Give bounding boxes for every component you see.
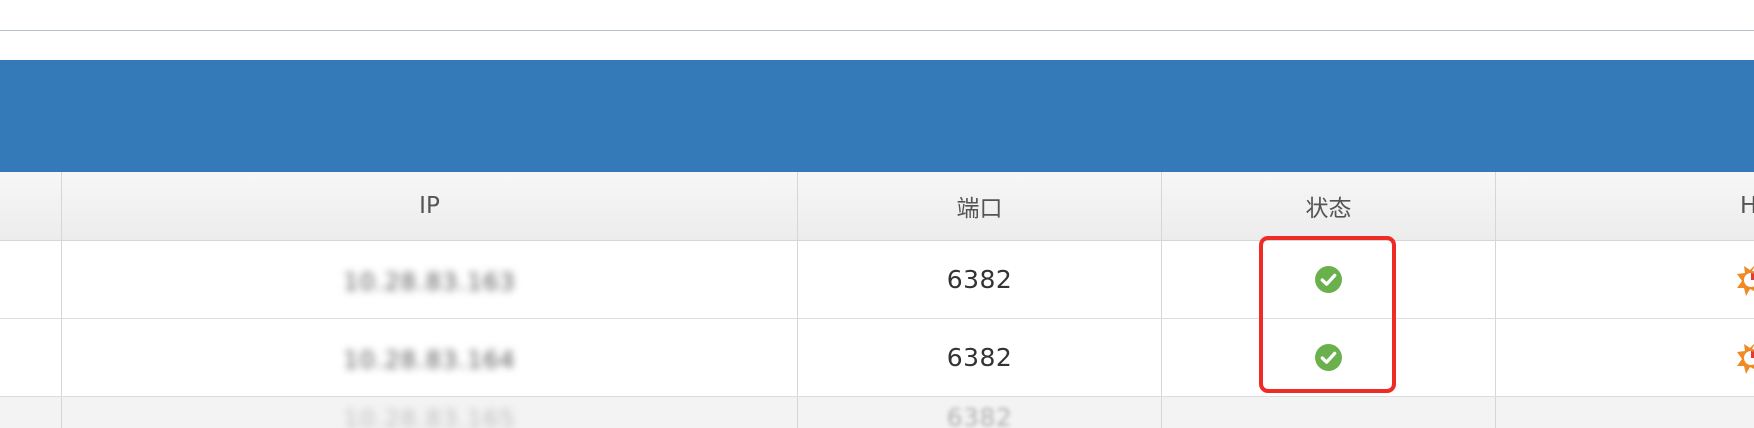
port-value: 6382	[946, 343, 1013, 372]
port-cell: 6382	[797, 319, 1161, 396]
header-label-port: 端口	[956, 196, 1003, 222]
check-circle-icon	[1315, 266, 1342, 293]
table-row: 10.28.83.165 6382	[0, 397, 1754, 428]
port-value: 6382	[946, 402, 1013, 428]
header-cell-status[interactable]: 状态	[1161, 172, 1495, 240]
hickwall-cell	[1495, 397, 1754, 428]
header-cell-port[interactable]: 端口	[797, 172, 1161, 240]
top-input-area[interactable]	[0, 0, 1754, 31]
status-cell	[1161, 319, 1495, 396]
ip-value: 10.28.83.165	[343, 405, 516, 428]
port-cell: 6382	[797, 397, 1161, 428]
header-cell-ip[interactable]: IP	[61, 172, 797, 240]
status-cell	[1161, 397, 1495, 428]
check-circle-icon	[1315, 344, 1342, 371]
hickwall-cell[interactable]	[1495, 319, 1754, 396]
table-header-row: IP 端口 状态 Hick	[0, 172, 1754, 241]
row-select-cell	[0, 397, 61, 428]
hickwall-icon[interactable]	[1737, 263, 1754, 297]
ip-cell: 10.28.83.164	[61, 319, 797, 396]
hickwall-cell[interactable]	[1495, 241, 1754, 318]
status-cell	[1161, 241, 1495, 318]
instances-table: IP 端口 状态 Hick 10.28.83.163 6382	[0, 172, 1754, 428]
header-label-hickwall: Hick	[1740, 193, 1754, 219]
header-label-status: 状态	[1305, 196, 1352, 222]
table-row: 10.28.83.164 6382	[0, 319, 1754, 397]
header-cell-select	[0, 172, 61, 240]
hickwall-icon[interactable]	[1737, 341, 1754, 375]
row-select-cell	[0, 241, 61, 318]
header-label-ip: IP	[419, 193, 440, 219]
page: IP 端口 状态 Hick 10.28.83.163 6382	[0, 0, 1754, 428]
table-row: 10.28.83.163 6382	[0, 241, 1754, 319]
ip-value: 10.28.83.163	[343, 267, 516, 296]
table-title-bar	[0, 60, 1754, 172]
ip-cell: 10.28.83.165	[61, 397, 797, 428]
ip-cell: 10.28.83.163	[61, 241, 797, 318]
row-select-cell	[0, 319, 61, 396]
header-cell-hickwall[interactable]: Hick	[1495, 172, 1754, 240]
port-value: 6382	[946, 265, 1013, 294]
ip-value: 10.28.83.164	[343, 345, 516, 374]
port-cell: 6382	[797, 241, 1161, 318]
